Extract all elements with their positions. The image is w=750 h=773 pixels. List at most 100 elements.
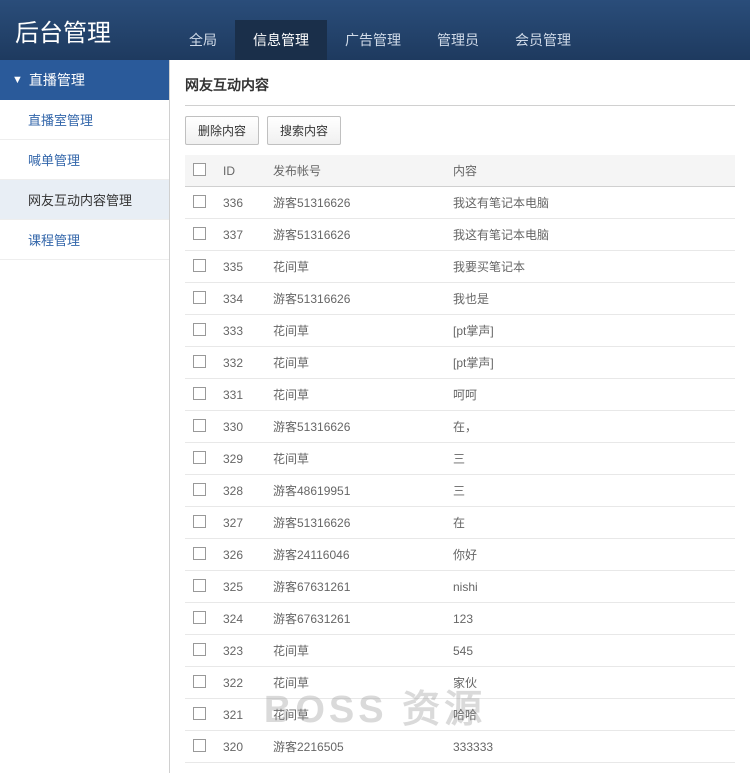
row-account: 游客51316626 [265, 219, 445, 251]
table-row: 333花间草[pt掌声] [185, 315, 735, 347]
row-checkbox[interactable] [193, 291, 206, 304]
row-account: 游客67631261 [265, 571, 445, 603]
row-content: 哈哈 [445, 699, 735, 731]
row-id: 334 [215, 283, 265, 315]
row-id: 337 [215, 219, 265, 251]
row-content: 我这有笔记本电脑 [445, 187, 735, 219]
row-checkbox[interactable] [193, 323, 206, 336]
table-row: 332花间草[pt掌声] [185, 347, 735, 379]
select-all-checkbox[interactable] [193, 163, 206, 176]
row-id: 333 [215, 315, 265, 347]
row-checkbox-cell [185, 443, 215, 475]
row-checkbox-cell [185, 635, 215, 667]
row-checkbox[interactable] [193, 611, 206, 624]
row-id: 336 [215, 187, 265, 219]
row-checkbox-cell [185, 283, 215, 315]
row-id: 330 [215, 411, 265, 443]
row-checkbox[interactable] [193, 547, 206, 560]
row-content: [pt掌声] [445, 315, 735, 347]
nav-item[interactable]: 信息管理 [235, 20, 327, 60]
header: 后台管理 全局信息管理广告管理管理员会员管理 [0, 0, 750, 60]
row-account: 花间草 [265, 667, 445, 699]
row-checkbox-cell [185, 507, 215, 539]
table-row: 328游客48619951三 [185, 475, 735, 507]
content: 网友互动内容 删除内容 搜索内容 ID 发布帐号 内容 336游客5131662… [170, 60, 750, 773]
main-nav: 全局信息管理广告管理管理员会员管理 [171, 0, 589, 60]
row-checkbox[interactable] [193, 739, 206, 752]
table-row: 335花间草我要买笔记本 [185, 251, 735, 283]
nav-item[interactable]: 全局 [171, 20, 235, 60]
row-id: 335 [215, 251, 265, 283]
row-account: 游客51316626 [265, 283, 445, 315]
table-row: 322花间草家伙 [185, 667, 735, 699]
sidebar-item[interactable]: 喊单管理 [0, 140, 169, 180]
app-title: 后台管理 [15, 13, 111, 48]
row-account: 游客51316626 [265, 411, 445, 443]
nav-item[interactable]: 会员管理 [497, 20, 589, 60]
row-checkbox[interactable] [193, 451, 206, 464]
nav-item[interactable]: 管理员 [419, 20, 497, 60]
nav-item[interactable]: 广告管理 [327, 20, 419, 60]
row-checkbox[interactable] [193, 227, 206, 240]
row-checkbox-cell [185, 699, 215, 731]
row-checkbox[interactable] [193, 643, 206, 656]
table-row: 334游客51316626我也是 [185, 283, 735, 315]
sidebar-header-label: 直播管理 [29, 70, 85, 90]
row-checkbox[interactable] [193, 579, 206, 592]
row-account: 游客24116046 [265, 539, 445, 571]
row-checkbox[interactable] [193, 195, 206, 208]
row-checkbox[interactable] [193, 355, 206, 368]
table-row: 330游客51316626在， [185, 411, 735, 443]
table-row: 323花间草545 [185, 635, 735, 667]
row-id: 328 [215, 475, 265, 507]
main: ▼ 直播管理 直播室管理喊单管理网友互动内容管理课程管理 网友互动内容 删除内容… [0, 60, 750, 773]
table-row: 337游客51316626我这有笔记本电脑 [185, 219, 735, 251]
toolbar: 删除内容 搜索内容 [185, 116, 735, 145]
row-checkbox[interactable] [193, 707, 206, 720]
row-content: 呵呵 [445, 379, 735, 411]
sidebar-item[interactable]: 课程管理 [0, 220, 169, 260]
row-account: 游客2216505 [265, 731, 445, 763]
row-account: 花间草 [265, 379, 445, 411]
row-checkbox[interactable] [193, 515, 206, 528]
row-checkbox[interactable] [193, 387, 206, 400]
row-account: 游客51316626 [265, 187, 445, 219]
row-account: 游客67631261 [265, 603, 445, 635]
header-id: ID [215, 155, 265, 187]
row-content: 在 [445, 507, 735, 539]
row-checkbox[interactable] [193, 419, 206, 432]
row-checkbox[interactable] [193, 483, 206, 496]
header-content: 内容 [445, 155, 735, 187]
row-content: 三 [445, 475, 735, 507]
data-table: ID 发布帐号 内容 336游客51316626我这有笔记本电脑337游客513… [185, 155, 735, 763]
row-content: 家伙 [445, 667, 735, 699]
row-checkbox-cell [185, 379, 215, 411]
table-row: 327游客51316626在 [185, 507, 735, 539]
row-checkbox[interactable] [193, 259, 206, 272]
row-content: 我也是 [445, 283, 735, 315]
search-button[interactable]: 搜索内容 [267, 116, 341, 145]
row-content: 你好 [445, 539, 735, 571]
row-id: 322 [215, 667, 265, 699]
row-account: 花间草 [265, 315, 445, 347]
page-title: 网友互动内容 [185, 70, 735, 106]
table-row: 326游客24116046你好 [185, 539, 735, 571]
row-account: 花间草 [265, 251, 445, 283]
row-checkbox-cell [185, 731, 215, 763]
row-account: 游客48619951 [265, 475, 445, 507]
table-row: 331花间草呵呵 [185, 379, 735, 411]
row-id: 326 [215, 539, 265, 571]
row-account: 游客51316626 [265, 507, 445, 539]
row-id: 331 [215, 379, 265, 411]
delete-button[interactable]: 删除内容 [185, 116, 259, 145]
row-checkbox-cell [185, 539, 215, 571]
sidebar-item[interactable]: 网友互动内容管理 [0, 180, 169, 220]
row-account: 花间草 [265, 347, 445, 379]
row-checkbox-cell [185, 475, 215, 507]
table-row: 329花间草三 [185, 443, 735, 475]
sidebar-item[interactable]: 直播室管理 [0, 100, 169, 140]
row-checkbox[interactable] [193, 675, 206, 688]
chevron-down-icon: ▼ [12, 74, 23, 86]
sidebar-header[interactable]: ▼ 直播管理 [0, 60, 169, 100]
row-content: 333333 [445, 731, 735, 763]
